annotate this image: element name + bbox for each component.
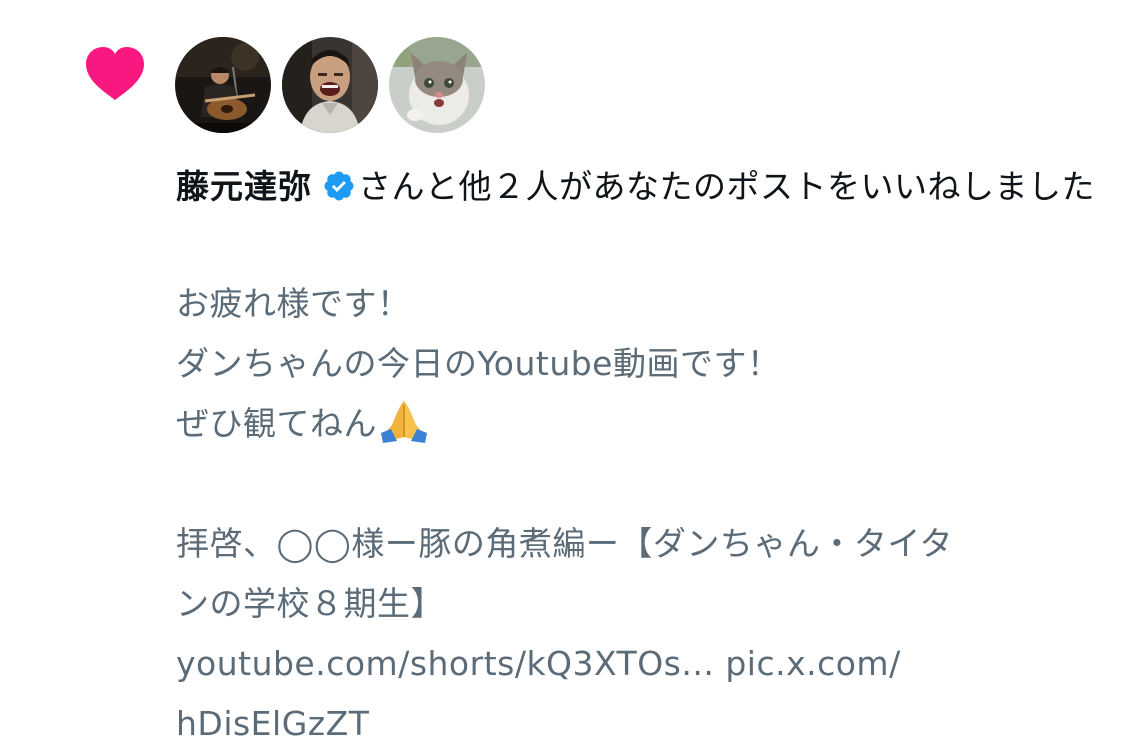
liked-post-text[interactable]: お疲れ様です！ ダンちゃんの今日のYoutube動画です！ ぜひ観てねん 拝啓、… (176, 274, 1076, 754)
avatar-laughing-man[interactable] (282, 37, 378, 133)
post-line: お疲れ様です！ (176, 284, 411, 323)
post-line: ダンちゃんの今日のYoutube動画です！ (176, 344, 781, 383)
liker-name[interactable]: 藤元達弥 (176, 167, 312, 206)
avatar-guitarist[interactable] (175, 37, 271, 133)
post-link-line[interactable]: hDisElGzZT (176, 694, 1076, 754)
verified-badge-icon (324, 171, 354, 201)
post-line: ンの学校８期生】 (176, 584, 444, 623)
like-notification[interactable]: 藤元達弥 さんと他２人があなたのポストをいいねしました お疲れ様です！ ダンちゃん… (0, 0, 1125, 743)
post-line: 拝啓、◯◯様ー豚の角煮編ー【ダンちゃん・タイタ (176, 524, 954, 563)
post-line-with-emoji: ぜひ観てねん (176, 394, 1076, 454)
liker-avatars (175, 37, 485, 133)
folded-hands-emoji (381, 401, 427, 443)
heart-icon (86, 47, 144, 100)
notification-action-text: さんと他２人があなたのポストをいいねしました (358, 167, 1095, 206)
post-line-text: ぜひ観てねん (176, 404, 377, 443)
avatar-kitten[interactable] (389, 37, 485, 133)
notification-headline: 藤元達弥 さんと他２人があなたのポストをいいねしました (176, 160, 1101, 213)
post-link-line[interactable]: youtube.com/shorts/kQ3XTOs... pic.x.com/ (176, 634, 1076, 694)
